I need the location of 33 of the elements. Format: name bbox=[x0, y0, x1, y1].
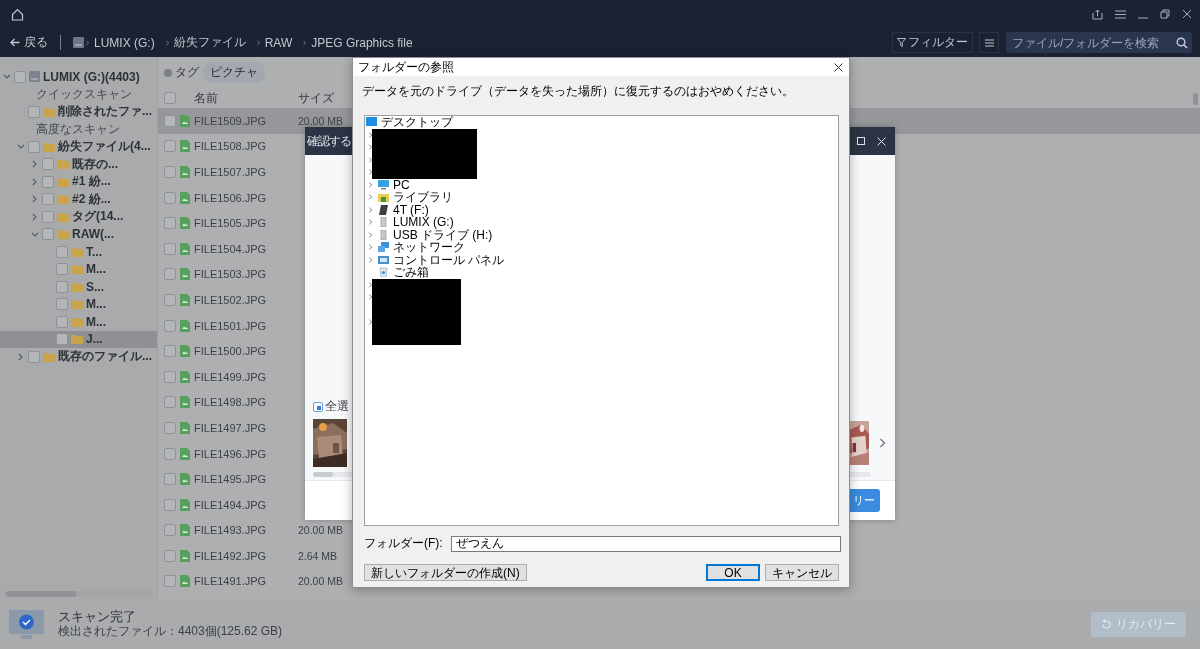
section-label: 高度なスキャン bbox=[35, 120, 120, 138]
section-label: クイックスキャン bbox=[35, 85, 132, 103]
file-name: FILE1506.JPG bbox=[194, 191, 268, 204]
file-name: FILE1494.JPG bbox=[194, 498, 268, 511]
file-name: FILE1508.JPG bbox=[194, 140, 268, 153]
dialog-message: データを元のドライブ（データを失った場所）に復元するのはおやめください。 bbox=[362, 83, 795, 100]
file-name: FILE1496.JPG bbox=[194, 447, 268, 460]
status-detail: 検出されたファイル：4403個(125.62 GB) bbox=[58, 625, 283, 639]
tag-label: タグ bbox=[175, 64, 199, 81]
select-all-label: 全選 bbox=[325, 398, 349, 415]
file-name: FILE1499.JPG bbox=[194, 370, 268, 383]
file-size: 20.00 MB bbox=[298, 524, 343, 537]
file-name: FILE1505.JPG bbox=[194, 217, 268, 230]
file-name: FILE1493.JPG bbox=[194, 524, 268, 537]
file-name: FILE1500.JPG bbox=[194, 345, 268, 358]
field-label: フォルダー(F): bbox=[364, 535, 443, 552]
file-name: FILE1501.JPG bbox=[194, 319, 268, 332]
file-name: FILE1491.JPG bbox=[194, 575, 268, 588]
file-size: 2.64 MB bbox=[298, 549, 338, 562]
file-name: FILE1504.JPG bbox=[194, 242, 268, 255]
dialog-title: 確認する bbox=[307, 132, 351, 150]
status-title: スキャン完了 bbox=[58, 610, 137, 625]
file-name: FILE1497.JPG bbox=[194, 421, 268, 434]
file-name: FILE1498.JPG bbox=[194, 396, 268, 409]
file-name: FILE1503.JPG bbox=[194, 268, 268, 281]
file-name: FILE1509.JPG bbox=[194, 114, 268, 127]
file-name: FILE1507.JPG bbox=[194, 166, 268, 178]
file-size: 20.00 MB bbox=[298, 575, 343, 588]
file-name: FILE1502.JPG bbox=[194, 293, 268, 306]
file-size: 20.00 MB bbox=[298, 114, 343, 127]
file-name: FILE1492.JPG bbox=[194, 549, 268, 562]
file-name: FILE1495.JPG bbox=[194, 473, 268, 486]
dialog-title: フォルダーの参照 bbox=[358, 58, 454, 76]
